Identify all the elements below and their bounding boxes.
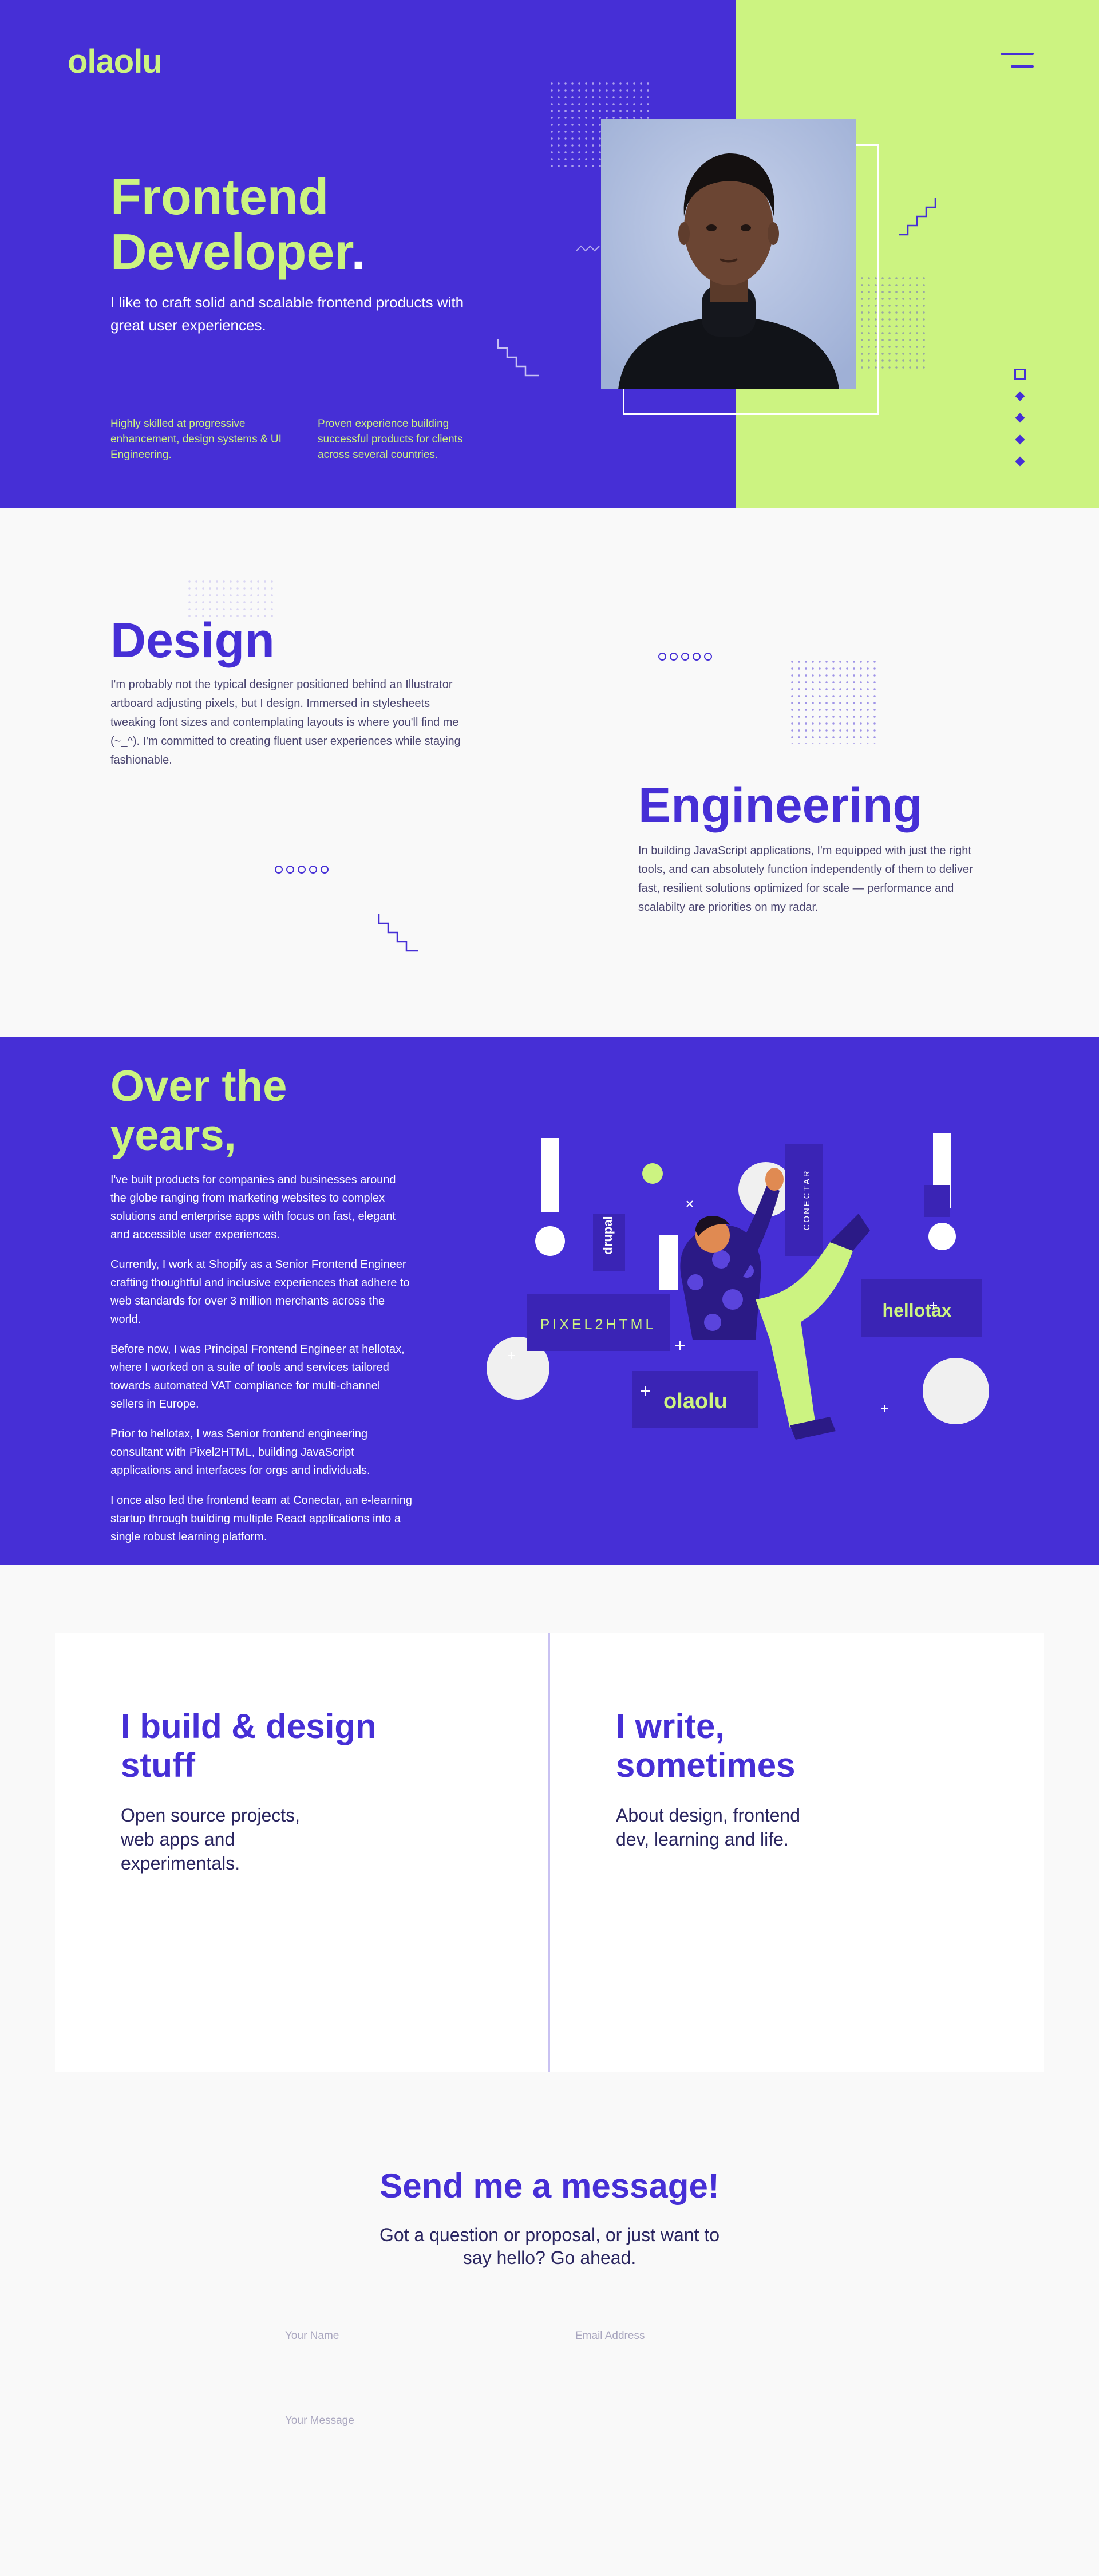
dot-pattern: [789, 658, 880, 744]
write-card-title[interactable]: I write, sometimes: [616, 1707, 891, 1785]
stairs-icon: [378, 914, 418, 952]
contact-title: Send me a message!: [379, 2167, 720, 2205]
circle-icon: [298, 866, 306, 874]
years-paragraph: Before now, I was Principal Frontend Eng…: [110, 1343, 405, 1411]
name-field[interactable]: [285, 2320, 537, 2354]
circle-icon: [670, 653, 678, 661]
years-paragraph: I've built products for companies and bu…: [110, 1174, 396, 1241]
years-paragraph: Prior to hellotax, I was Senior frontend…: [110, 1428, 370, 1477]
circle-icon: [681, 653, 689, 661]
cards-divider: [548, 1633, 550, 2072]
logo[interactable]: olaolu: [68, 42, 163, 81]
hamburger-icon[interactable]: [1001, 53, 1034, 70]
menu-line: [1011, 65, 1034, 68]
design-text: I'm probably not the typical designer po…: [110, 678, 461, 767]
build-card-text: Open source projects, web apps and exper…: [121, 1805, 301, 1874]
years-title-line1: Over the: [110, 1062, 287, 1111]
menu-line: [1001, 53, 1034, 55]
stairs-icon: [497, 339, 539, 377]
hero-title: Frontend Developer.: [110, 169, 365, 279]
write-card-text: About design, frontend dev, learning and…: [616, 1805, 801, 1850]
design-title: Design: [110, 613, 275, 668]
circle-icon: [321, 866, 329, 874]
circle-icon: [693, 653, 701, 661]
side-nav-diamond-icon[interactable]: [1015, 413, 1025, 423]
years-title: Over the years,: [110, 1062, 287, 1160]
side-nav: [1014, 369, 1027, 480]
circle-icon: [309, 866, 317, 874]
stairs-icon: [899, 198, 936, 236]
side-nav-diamond-icon[interactable]: [1015, 391, 1025, 401]
hero-subtitle: I like to craft solid and scalable front…: [110, 294, 464, 334]
years-paragraph: I once also led the frontend team at Con…: [110, 1494, 413, 1543]
side-nav-diamond-icon[interactable]: [1015, 434, 1025, 445]
side-nav-diamond-icon[interactable]: [1015, 456, 1025, 467]
years-title-line2: years,: [110, 1111, 236, 1160]
hero-section: olaolu Frontend Developer. I like to cra…: [0, 0, 1099, 508]
build-card-title[interactable]: I build & design stuff: [121, 1707, 396, 1785]
circles-decor: [658, 653, 712, 661]
profile-photo: [601, 119, 856, 389]
email-field[interactable]: [575, 2320, 827, 2354]
olaolu-tag-label: olaolu: [663, 1389, 728, 1413]
circle-icon: [275, 866, 283, 874]
drupal-tag-label: drupal: [600, 1216, 615, 1254]
hero-title-line1: Frontend: [110, 168, 329, 225]
side-nav-active-square-icon[interactable]: [1014, 369, 1026, 380]
career-illustration: drupal CONECTAR PIXEL2HTML hellotax olao…: [487, 1133, 989, 1440]
years-paragraph: Currently, I work at Shopify as a Senior…: [110, 1258, 410, 1326]
hero-note: Highly skilled at progressive enhancemen…: [110, 418, 282, 461]
message-field[interactable]: [285, 2404, 827, 2473]
circle-icon: [704, 653, 712, 661]
hellotax-label: hellotax: [883, 1300, 952, 1321]
engineering-text: In building JavaScript applications, I'm…: [638, 844, 973, 914]
circle-icon: [286, 866, 294, 874]
circle-icon: [658, 653, 666, 661]
pixel2html-label: PIXEL2HTML: [540, 1317, 657, 1333]
hero-title-line2: Developer: [110, 223, 351, 280]
hero-title-dot: .: [351, 223, 366, 280]
contact-subtitle: Got a question or proposal, or just want…: [379, 2225, 720, 2268]
years-paragraphs: I've built products for companies and bu…: [110, 1171, 414, 1558]
engineering-title: Engineering: [638, 778, 923, 833]
conectar-tag-label: CONECTAR: [802, 1169, 812, 1230]
hero-note: Proven experience building successful pr…: [318, 418, 463, 461]
circles-decor: [275, 866, 329, 874]
